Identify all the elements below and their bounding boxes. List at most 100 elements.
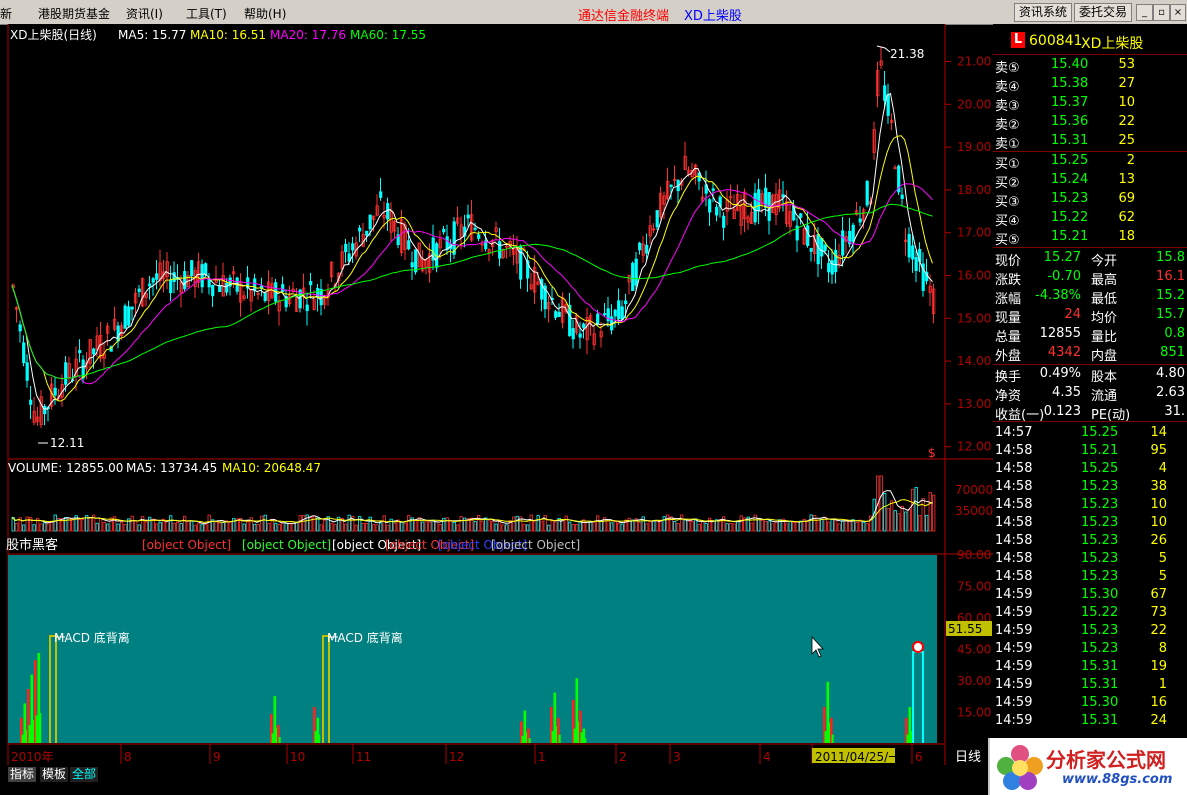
date-axis-label: 3	[673, 750, 681, 764]
stat-row[interactable]: 净资 4.35 流通 2.63	[993, 384, 1187, 404]
ask-row[interactable]: 卖④ 15.38 27	[993, 75, 1187, 95]
stat-row[interactable]: 换手 0.49% 股本 4.80	[993, 365, 1187, 385]
tick-row[interactable]: 14:57 15.25 14	[993, 424, 1187, 442]
tick-price: 15.25	[1081, 425, 1119, 440]
period-label[interactable]: 日线	[955, 750, 981, 765]
chart-header: XD上柴股(日线)	[10, 28, 97, 42]
tick-time: 14:59	[995, 587, 1033, 602]
tick-row[interactable]: 14:59 15.22 73	[993, 604, 1187, 622]
price-axis-label: 15.00	[957, 311, 991, 325]
tick-price: 15.23	[1081, 569, 1119, 584]
menu-item-hk-futures[interactable]: 港股期货基金	[38, 5, 110, 22]
tick-price: 15.23	[1081, 533, 1119, 548]
bid-row[interactable]: 买⑤ 15.21 18	[993, 228, 1187, 248]
ask-row[interactable]: 卖② 15.36 22	[993, 113, 1187, 133]
menu-item-new[interactable]: 新	[0, 5, 12, 22]
tick-volume: 67	[1150, 587, 1167, 602]
tick-row[interactable]: 14:58 15.23 10	[993, 496, 1187, 514]
ma10-label: MA10: 16.51	[190, 28, 266, 42]
tick-row[interactable]: 14:58 15.23 5	[993, 550, 1187, 568]
tab-all[interactable]: 全部	[70, 767, 99, 782]
date-axis-label: 2010年	[11, 750, 54, 764]
indicator-axis-label: 30.00	[957, 674, 991, 688]
stat-value: -0.70	[1047, 269, 1081, 284]
tick-time: 14:59	[995, 695, 1033, 710]
bid-row[interactable]: 买④ 15.22 62	[993, 209, 1187, 229]
ask-row[interactable]: 卖③ 15.37 10	[993, 94, 1187, 114]
tick-time: 14:59	[995, 641, 1033, 656]
stat-row[interactable]: 涨幅 -4.38% 最低 15.2	[993, 287, 1187, 307]
stat-row[interactable]: 外盘 4342 内盘 851	[993, 344, 1187, 364]
tick-price: 15.23	[1081, 623, 1119, 638]
tick-price: 15.23	[1081, 515, 1119, 530]
indicator-panel[interactable]: 股市黑客 [object Object] [object Object] [obje…	[6, 537, 992, 743]
tick-row[interactable]: 14:59 15.23 8	[993, 640, 1187, 658]
stat-row[interactable]: 现价 15.27 今开 15.8	[993, 249, 1187, 269]
ask-label: 卖④	[995, 80, 1020, 95]
tick-row[interactable]: 14:58 15.23 38	[993, 478, 1187, 496]
tab-template[interactable]: 模板	[40, 767, 69, 782]
tick-row[interactable]: 14:59 15.23 22	[993, 622, 1187, 640]
stat-value: 16.1	[1156, 269, 1185, 284]
tick-row[interactable]: 14:59 15.31 24	[993, 712, 1187, 730]
bid-row[interactable]: 买③ 15.23 69	[993, 190, 1187, 210]
tick-time: 14:58	[995, 497, 1033, 512]
ask-row[interactable]: 卖① 15.31 25	[993, 132, 1187, 152]
info-system-button[interactable]: 资讯系统	[1014, 3, 1072, 22]
indicator-header: [object Object] [object Object] [object Ob…	[142, 538, 580, 552]
menu-item-tools[interactable]: 工具(T)	[186, 5, 227, 22]
price-axis-label: 17.00	[957, 226, 991, 240]
quote-header: L 600841 XD上柴股	[993, 30, 1187, 52]
tick-row[interactable]: 14:59 15.31 1	[993, 676, 1187, 694]
stat-row[interactable]: 收益(一) 0.123 PE(动) 31.	[993, 403, 1187, 423]
tick-row[interactable]: 14:59 15.30 16	[993, 694, 1187, 712]
maximize-icon[interactable]: ▫	[1153, 4, 1170, 21]
volume-ma-lines	[11, 490, 933, 525]
tick-price: 15.31	[1081, 659, 1119, 674]
app-title: 通达信金融终端	[578, 9, 670, 24]
volume-axis-35000: 35000	[955, 504, 993, 518]
date-axis-label: 6	[915, 750, 923, 764]
tick-row[interactable]: 14:58 15.25 4	[993, 460, 1187, 478]
kline-chart[interactable]: XD上柴股(日线) MA5: 15.77 MA10: 16.51 MA20: 1…	[0, 24, 993, 765]
tick-row[interactable]: 14:58 15.23 26	[993, 532, 1187, 550]
tick-row[interactable]: 14:59 15.30 67	[993, 586, 1187, 604]
volume-panel[interactable]: VOLUME: 12855.00 MA5: 13734.45 MA10: 206…	[8, 461, 993, 532]
bid-price: 15.25	[1051, 153, 1089, 168]
tick-price: 15.23	[1081, 641, 1119, 656]
price-axis-label: 19.00	[957, 140, 991, 154]
stat-value: 4.35	[1052, 385, 1081, 400]
indicator-header-item: [object Object]	[491, 538, 580, 552]
trade-button[interactable]: 委托交易	[1074, 3, 1132, 22]
tick-row[interactable]: 14:58 15.23 5	[993, 568, 1187, 586]
stat-label: 股本	[1091, 370, 1118, 385]
tick-row[interactable]: 14:58 15.21 95	[993, 442, 1187, 460]
ask-price: 15.40	[1051, 57, 1089, 72]
tab-indicator[interactable]: 指标	[8, 767, 37, 782]
tick-volume: 95	[1150, 443, 1167, 458]
tick-time: 14:58	[995, 533, 1033, 548]
stat-value: 0.8	[1164, 326, 1185, 341]
stat-row[interactable]: 总量 12855 量比 0.8	[993, 325, 1187, 345]
tick-volume: 1	[1158, 677, 1167, 692]
menu-item-help[interactable]: 帮助(H)	[244, 5, 286, 22]
price-axis-labels: 21.00 20.00 19.00 18.00 17.00 16.00 15.00 14.00…	[945, 55, 991, 454]
ask-volume: 25	[1118, 133, 1135, 148]
bid-row[interactable]: 买① 15.25 2	[993, 152, 1187, 172]
menu-item-info[interactable]: 资讯(I)	[126, 5, 163, 22]
bid-volume: 69	[1118, 191, 1135, 206]
close-icon[interactable]: ×	[1170, 4, 1186, 21]
stat-label: 现价	[995, 254, 1022, 269]
tick-row[interactable]: 14:58 15.23 10	[993, 514, 1187, 532]
ask-row[interactable]: 卖⑤ 15.40 53	[993, 56, 1187, 76]
minimize-icon[interactable]: _	[1136, 4, 1153, 21]
tick-row[interactable]: 14:59 15.31 19	[993, 658, 1187, 676]
stat-value: 4.80	[1156, 366, 1185, 381]
tick-volume: 4	[1158, 461, 1167, 476]
tick-volume: 5	[1158, 551, 1167, 566]
bid-label: 买⑤	[995, 233, 1020, 248]
stat-row[interactable]: 现量 24 均价 15.7	[993, 306, 1187, 326]
ask-volume: 53	[1118, 57, 1135, 72]
bid-row[interactable]: 买② 15.24 13	[993, 171, 1187, 191]
stat-row[interactable]: 涨跌 -0.70 最高 16.1	[993, 268, 1187, 288]
